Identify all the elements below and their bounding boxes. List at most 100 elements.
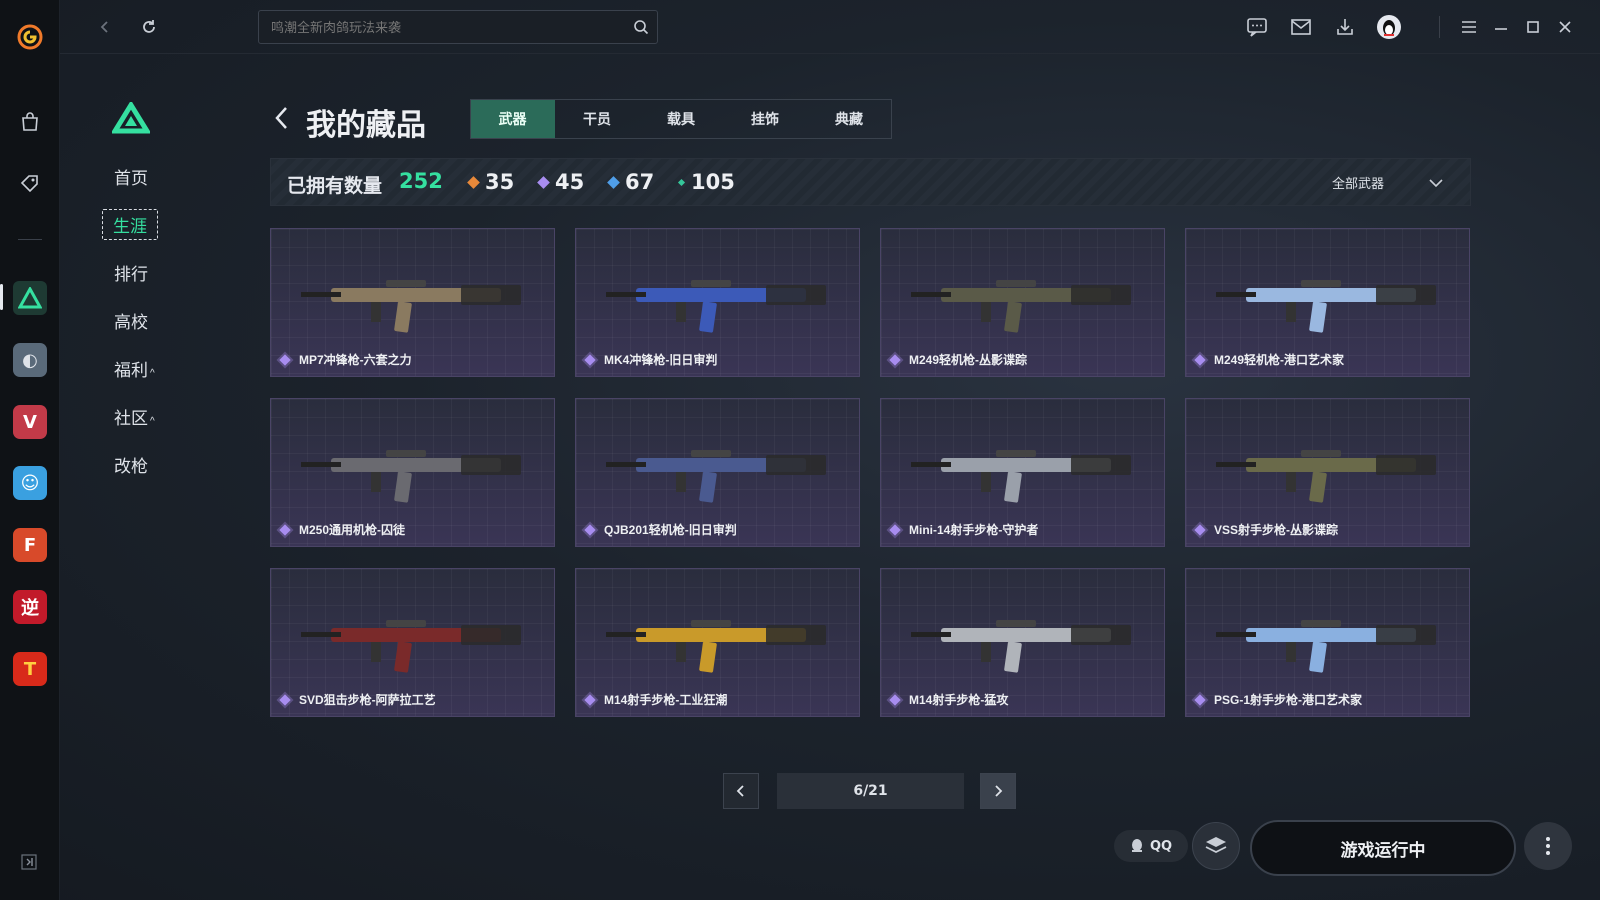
category-tabs: 武器 干员 载具 挂饰 典藏 [470,99,892,139]
weapon-card[interactable]: PSG-1射手步枪-港口艺术家 [1185,568,1470,717]
download-icon[interactable] [1332,14,1358,40]
back-nav-icon[interactable] [92,14,118,40]
purple-rarity-icon [279,693,291,706]
rail-divider [18,239,42,240]
maximize-icon[interactable] [1520,14,1546,40]
minimize-icon[interactable] [1488,14,1514,40]
nav-label: 高校 [114,313,148,332]
tab-weapons[interactable]: 武器 [471,100,555,138]
nav-item-welfare[interactable]: 福利 ^ [114,356,155,381]
game-icon-t[interactable]: T [13,652,47,686]
nav-label: 福利 [114,361,148,380]
user-avatar-icon[interactable] [1376,14,1402,40]
game-running-button[interactable]: 游戏运行中 [1250,820,1516,876]
weapon-card[interactable]: M249轻机枪-丛影谍踪 [880,228,1165,377]
rarity-value: 105 [691,170,735,194]
weapon-card[interactable]: SVD狙击步枪-阿萨拉工艺 [270,568,555,717]
rarity-green-count: 105 [677,170,735,194]
game-tag-icon[interactable] [13,166,47,200]
nav-item-ranking[interactable]: 排行 [114,260,148,285]
page-back-icon[interactable] [272,104,292,136]
weapon-filter-dropdown[interactable]: 全部武器 [1332,173,1444,192]
nav-item-career[interactable]: 生涯 [102,209,158,240]
rarity-purple-count: 45 [537,170,584,194]
purple-rarity-icon [889,693,901,706]
game-icon-crossfire[interactable]: F [13,528,47,562]
nav-item-college[interactable]: 高校 [114,308,148,333]
refresh-icon[interactable] [136,14,162,40]
weapon-name: M250通用机枪-囚徒 [299,523,406,537]
weapon-name-row: M250通用机枪-囚徒 [279,521,406,538]
close-icon[interactable] [1552,14,1578,40]
qq-label: QQ [1149,838,1173,854]
search-box[interactable] [258,10,658,44]
weapon-image [301,450,521,503]
ownership-stats-bar: 已拥有数量 252 35 45 67 105 全部武器 [270,158,1471,206]
owned-count-value: 252 [399,169,443,193]
mail-icon[interactable] [1288,14,1314,40]
accelerator-button[interactable] [1192,822,1240,870]
left-rail: ◐ V ☺ F 逆 T [0,0,60,900]
rarity-value: 67 [625,170,655,194]
green-gem-icon [677,178,686,186]
page-title: 我的藏品 [306,109,426,142]
game-icon-ni[interactable]: 逆 [13,590,47,624]
weapon-card[interactable]: M250通用机枪-囚徒 [270,398,555,547]
game-icon-penguin[interactable]: ☺ [13,466,47,500]
weapon-image [911,450,1131,503]
weapon-name: QJB201轻机枪-旧日审判 [604,523,737,537]
delta-game-icon[interactable] [13,281,47,315]
top-bar [60,0,1600,54]
blue-gem-icon [607,175,620,189]
game-icon-valorant[interactable]: V [13,405,47,439]
nav-item-community[interactable]: 社区 ^ [114,404,155,429]
nav-label: 首页 [114,169,148,188]
weapon-image [1216,280,1436,333]
gold-gem-icon [467,175,480,189]
tab-collection[interactable]: 典藏 [807,100,891,138]
weapon-name: PSG-1射手步枪-港口艺术家 [1214,693,1363,707]
nav-item-gunsmith[interactable]: 改枪 [114,452,148,477]
weapon-name-row: M14射手步枪-猛攻 [889,691,1008,708]
tab-charms[interactable]: 挂饰 [723,100,807,138]
search-icon[interactable] [633,19,649,39]
weapon-image [911,620,1131,673]
menu-icon[interactable] [1456,14,1482,40]
weapon-card[interactable]: QJB201轻机枪-旧日审判 [575,398,860,547]
weapon-card[interactable]: MK4冲锋枪-旧日审判 [575,228,860,377]
weapon-card[interactable]: M249轻机枪-港口艺术家 [1185,228,1470,377]
delta-logo-icon [110,100,152,138]
prev-page-button[interactable] [723,773,759,809]
weapon-card[interactable]: M14射手步枪-猛攻 [880,568,1165,717]
rarity-value: 35 [485,170,515,194]
nav-label: 排行 [114,265,148,284]
weapon-card[interactable]: M14射手步枪-工业狂潮 [575,568,860,717]
chat-icon[interactable] [1244,14,1270,40]
weapon-image [1216,620,1436,673]
game-icon-soldier[interactable]: ◐ [13,343,47,377]
weapon-card[interactable]: VSS射手步枪-丛影谍踪 [1185,398,1470,547]
nav-label: 社区 [114,409,148,428]
purple-rarity-icon [584,353,596,366]
weapon-name-row: Mini-14射手步枪-守护者 [889,521,1038,538]
weapon-name-row: M249轻机枪-丛影谍踪 [889,351,1028,368]
more-options-button[interactable] [1524,822,1572,870]
collapse-sidebar-icon[interactable] [20,853,38,875]
weapon-name-row: SVD狙击步枪-阿萨拉工艺 [279,691,436,708]
weapon-name: M249轻机枪-丛影谍踪 [909,353,1028,367]
weapon-image [301,280,521,333]
weapon-name-row: PSG-1射手步枪-港口艺术家 [1194,691,1363,708]
app-logo-icon[interactable] [13,20,47,54]
qq-account-button[interactable]: QQ [1114,830,1188,862]
nav-item-home[interactable]: 首页 [114,164,148,189]
tab-operators[interactable]: 干员 [555,100,639,138]
weapon-name: MK4冲锋枪-旧日审判 [604,353,718,367]
purple-rarity-icon [889,353,901,366]
tab-vehicles[interactable]: 载具 [639,100,723,138]
weapon-name: VSS射手步枪-丛影谍踪 [1214,523,1339,537]
weapon-card[interactable]: Mini-14射手步枪-守护者 [880,398,1165,547]
store-bag-icon[interactable] [13,105,47,139]
search-input[interactable] [259,11,619,43]
next-page-button[interactable] [980,773,1016,809]
weapon-card[interactable]: MP7冲锋枪-六套之力 [270,228,555,377]
